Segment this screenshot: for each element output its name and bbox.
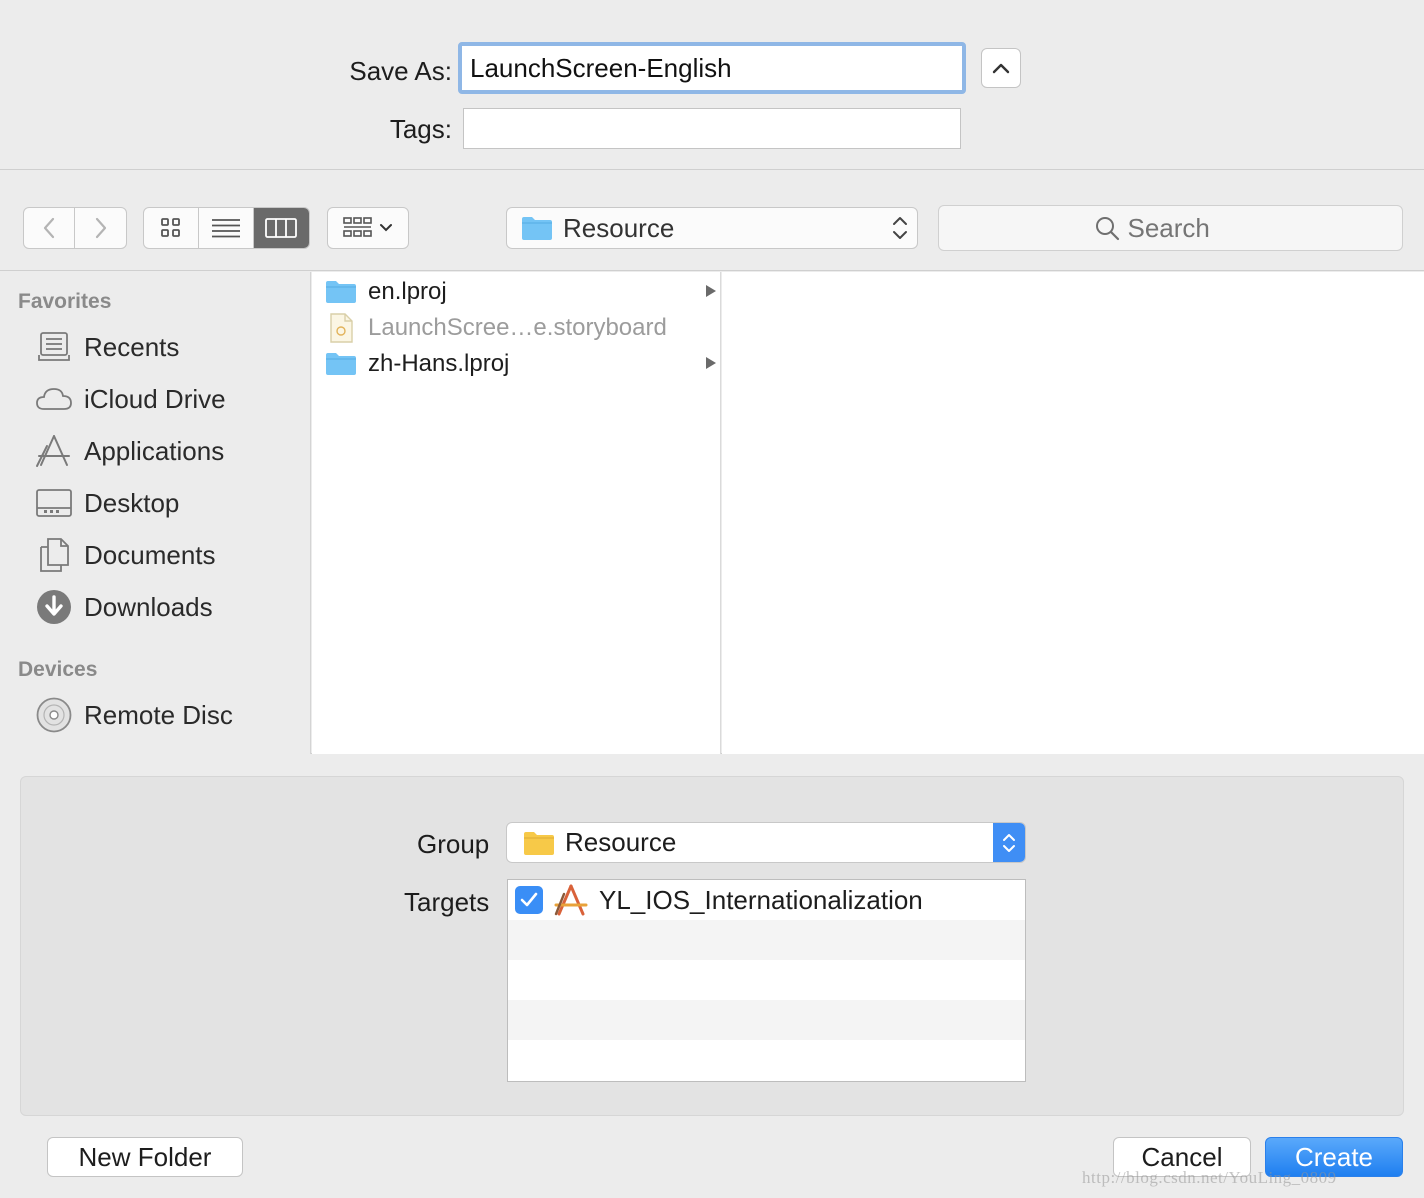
file-browser: Favorites Recents iCloud Drive Applicati…: [0, 272, 1424, 754]
tags-label: Tags:: [389, 114, 452, 144]
chevron-right-icon: [95, 217, 106, 239]
downloads-icon: [30, 587, 78, 627]
icon-view-button[interactable]: [144, 208, 199, 248]
empty-row: [508, 1040, 1025, 1080]
group-value: Resource: [565, 827, 677, 857]
target-checkbox[interactable]: [515, 886, 543, 914]
location-label: Resource: [563, 212, 675, 243]
target-name: YL_IOS_Internationalization: [599, 884, 923, 915]
targets-label: Targets: [404, 887, 490, 917]
folder-icon: [522, 217, 552, 240]
recents-icon: [30, 327, 78, 367]
folder-icon: [324, 278, 358, 306]
view-mode-control: [143, 207, 310, 249]
file-name: LaunchScree…e.storyboard: [368, 314, 667, 341]
sidebar-item-downloads[interactable]: Downloads: [30, 585, 213, 629]
search-input[interactable]: [1127, 212, 1248, 244]
sidebar-item-label: iCloud Drive: [84, 383, 226, 414]
tags-field[interactable]: [463, 108, 961, 149]
updown-arrows-icon: [1003, 833, 1015, 852]
disc-icon: [30, 695, 78, 735]
sidebar-item-icloud-drive[interactable]: iCloud Drive: [30, 377, 226, 421]
file-name: zh-Hans.lproj: [368, 350, 510, 377]
favorites-heading: Favorites: [18, 290, 112, 313]
popup-stepper: [993, 823, 1025, 862]
sidebar-item-remote-disc[interactable]: Remote Disc: [30, 693, 233, 737]
storyboard-file-icon: [324, 313, 358, 343]
browser-column-1: en.lproj LaunchScree…e.storyboard zh-Han…: [312, 272, 721, 754]
back-button[interactable]: [24, 208, 76, 248]
sidebar-item-label: Documents: [84, 539, 216, 570]
empty-row: [508, 960, 1025, 1000]
target-row[interactable]: YL_IOS_Internationalization: [508, 880, 1025, 920]
sidebar-item-label: Recents: [84, 331, 180, 362]
sidebar-item-desktop[interactable]: Desktop: [30, 481, 179, 525]
file-row-en-lproj[interactable]: en.lproj: [312, 274, 721, 310]
save-header: Save As: Tags:: [0, 0, 1424, 170]
group-label: Group: [417, 829, 490, 859]
desktop-icon: [30, 483, 78, 523]
location-popup[interactable]: Resource: [506, 207, 918, 249]
save-as-field[interactable]: [458, 42, 966, 94]
disclosure-arrow-icon: [706, 285, 716, 297]
search-icon: [1095, 217, 1119, 241]
collapse-button[interactable]: [981, 48, 1021, 88]
targets-list: YL_IOS_Internationalization: [507, 879, 1026, 1082]
sidebar-item-recents[interactable]: Recents: [30, 325, 179, 369]
list-view-button[interactable]: [199, 208, 254, 248]
arrange-icon: [343, 217, 372, 237]
disclosure-arrow-icon: [706, 357, 716, 369]
grid-icon: [161, 218, 180, 237]
options-panel: Group Resource Targets YL_IOS_Internatio…: [20, 776, 1404, 1116]
sidebar-item-documents[interactable]: Documents: [30, 533, 216, 577]
checkmark-icon: [520, 892, 538, 907]
devices-heading: Devices: [18, 658, 98, 681]
folder-icon: [524, 831, 554, 855]
sidebar-item-label: Remote Disc: [84, 699, 233, 730]
column-view-button[interactable]: [254, 208, 309, 248]
save-as-label: Save As:: [349, 56, 452, 86]
new-folder-button[interactable]: New Folder: [47, 1137, 243, 1177]
search-field[interactable]: [938, 205, 1403, 251]
app-target-icon: [554, 884, 588, 916]
browser-column-2: [722, 272, 1424, 754]
folder-icon: [324, 350, 358, 378]
file-name: en.lproj: [368, 278, 447, 305]
sidebar-item-label: Downloads: [84, 591, 213, 622]
forward-button[interactable]: [75, 208, 126, 248]
list-icon: [212, 219, 240, 238]
columns-icon: [265, 218, 298, 238]
arrange-menu-button[interactable]: [327, 207, 409, 249]
cloud-icon: [30, 379, 78, 419]
updown-arrows-icon: [893, 217, 907, 239]
empty-row: [508, 1000, 1025, 1040]
chevron-left-icon: [43, 217, 55, 239]
toolbar: Resource: [0, 171, 1424, 271]
sidebar: Favorites Recents iCloud Drive Applicati…: [0, 272, 311, 754]
sidebar-item-label: Applications: [84, 435, 225, 466]
watermark: http://blog.csdn.net/YouLing_0809: [1082, 1168, 1337, 1187]
empty-row: [508, 920, 1025, 960]
sidebar-item-label: Desktop: [84, 487, 180, 518]
file-row-launchscreen-storyboard: LaunchScree…e.storyboard: [312, 310, 721, 346]
navigation-buttons: [23, 207, 127, 249]
chevron-up-icon: [992, 63, 1010, 74]
chevron-down-icon: [380, 224, 392, 232]
group-popup[interactable]: Resource: [506, 822, 1026, 863]
file-row-zh-hans-lproj[interactable]: zh-Hans.lproj: [312, 346, 721, 382]
applications-icon: [30, 431, 78, 471]
documents-icon: [30, 535, 78, 575]
sidebar-item-applications[interactable]: Applications: [30, 429, 224, 473]
